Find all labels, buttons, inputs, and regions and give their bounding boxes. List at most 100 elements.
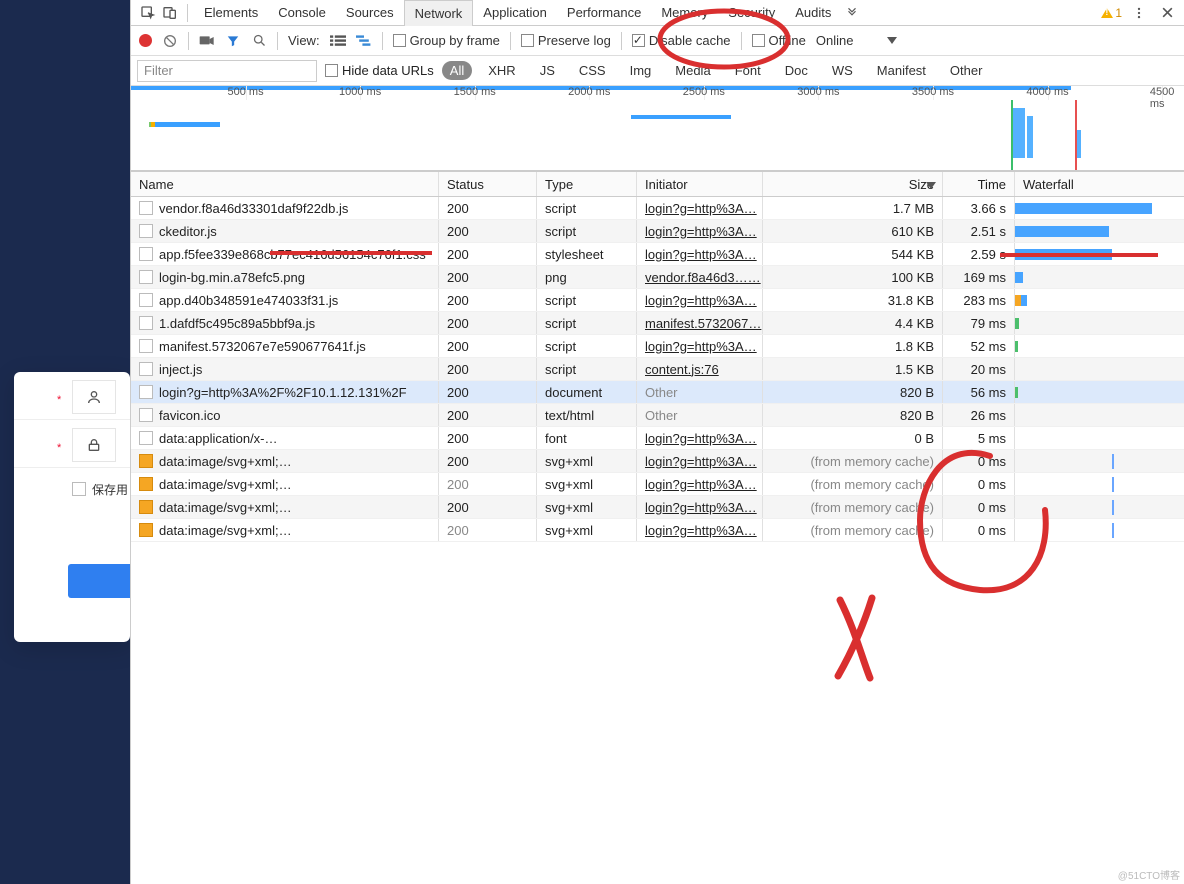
tab-application[interactable]: Application (473, 0, 557, 26)
filter-icon[interactable] (225, 33, 241, 49)
initiator-link[interactable]: login?g=http%3A… (645, 224, 757, 239)
filter-xhr[interactable]: XHR (480, 61, 523, 80)
table-row[interactable]: data:image/svg+xml;…200svg+xmllogin?g=ht… (131, 450, 1184, 473)
table-row[interactable]: favicon.ico200text/htmlOther820 B26 ms (131, 404, 1184, 427)
cell-size: 1.7 MB (763, 197, 943, 219)
preserve-log-checkbox[interactable]: Preserve log (521, 33, 611, 48)
filter-ws[interactable]: WS (824, 61, 861, 80)
table-row[interactable]: data:application/x-…200fontlogin?g=http%… (131, 427, 1184, 450)
initiator-link[interactable]: login?g=http%3A… (645, 431, 757, 446)
cell-time: 52 ms (943, 335, 1015, 357)
tab-memory[interactable]: Memory (651, 0, 718, 26)
initiator-link[interactable]: login?g=http%3A… (645, 339, 757, 354)
clear-icon[interactable] (162, 33, 178, 49)
record-button[interactable] (139, 34, 152, 47)
filter-js[interactable]: JS (532, 61, 563, 80)
col-name[interactable]: Name (131, 172, 439, 196)
initiator-link[interactable]: login?g=http%3A… (645, 201, 757, 216)
close-icon[interactable] (1156, 2, 1178, 24)
file-icon (139, 500, 153, 514)
more-tabs-icon[interactable] (841, 2, 863, 24)
settings-menu-icon[interactable] (1128, 2, 1150, 24)
tab-network[interactable]: Network (404, 0, 474, 26)
tab-audits[interactable]: Audits (785, 0, 841, 26)
online-label: Online (816, 33, 854, 48)
cell-type: script (537, 289, 637, 311)
table-row[interactable]: app.d40b348591e474033f31.js200scriptlogi… (131, 289, 1184, 312)
view-list-icon[interactable] (330, 33, 346, 49)
cell-type: svg+xml (537, 473, 637, 495)
initiator-link[interactable]: vendor.f8a46d3…… (645, 270, 761, 285)
filter-other[interactable]: Other (942, 61, 991, 80)
cell-waterfall (1015, 243, 1184, 265)
filter-manifest[interactable]: Manifest (869, 61, 934, 80)
table-header: Name Status Type Initiator Size Time Wat… (131, 171, 1184, 197)
tab-security[interactable]: Security (718, 0, 785, 26)
group-by-frame-checkbox[interactable]: Group by frame (393, 33, 500, 48)
col-status[interactable]: Status (439, 172, 537, 196)
initiator-link[interactable]: login?g=http%3A… (645, 500, 757, 515)
cell-name: ckeditor.js (131, 220, 439, 242)
cell-waterfall (1015, 312, 1184, 334)
initiator-link[interactable]: content.js:76 (645, 362, 719, 377)
file-icon (139, 408, 153, 422)
view-label: View: (288, 33, 320, 48)
cell-type: script (537, 220, 637, 242)
cell-time: 169 ms (943, 266, 1015, 288)
cell-name: manifest.5732067e7e590677641f.js (131, 335, 439, 357)
view-waterfall-icon[interactable] (356, 33, 372, 49)
tab-performance[interactable]: Performance (557, 0, 651, 26)
table-row[interactable]: login-bg.min.a78efc5.png200pngvendor.f8a… (131, 266, 1184, 289)
timeline-overview[interactable]: 500 ms1000 ms1500 ms2000 ms2500 ms3000 m… (131, 86, 1184, 171)
initiator-link[interactable]: manifest.5732067… (645, 316, 761, 331)
filter-input[interactable]: Filter (137, 60, 317, 82)
table-row[interactable]: inject.js200scriptcontent.js:761.5 KB20 … (131, 358, 1184, 381)
cell-status: 200 (439, 496, 537, 518)
cell-initiator: login?g=http%3A… (637, 289, 763, 311)
chevron-down-icon[interactable] (887, 37, 897, 44)
initiator-link[interactable]: login?g=http%3A… (645, 293, 757, 308)
tab-console[interactable]: Console (268, 0, 336, 26)
search-icon[interactable] (251, 33, 267, 49)
hide-data-urls-checkbox[interactable]: Hide data URLs (325, 63, 434, 78)
timeline-tick: 3500 ms (912, 86, 954, 98)
col-type[interactable]: Type (537, 172, 637, 196)
filter-doc[interactable]: Doc (777, 61, 816, 80)
col-size[interactable]: Size (763, 172, 943, 196)
online-select[interactable]: Online (816, 33, 854, 48)
tab-sources[interactable]: Sources (336, 0, 404, 26)
table-row[interactable]: app.f5fee339e868cb77ec416d56154c76f1.css… (131, 243, 1184, 266)
col-initiator[interactable]: Initiator (637, 172, 763, 196)
file-icon (139, 293, 153, 307)
cell-name: 1.dafdf5c495c89a5bbf9a.js (131, 312, 439, 334)
filter-img[interactable]: Img (622, 61, 660, 80)
offline-checkbox[interactable]: Offline (752, 33, 806, 48)
filter-font[interactable]: Font (727, 61, 769, 80)
filter-all[interactable]: All (442, 61, 472, 80)
offline-label: Offline (769, 33, 806, 48)
filter-css[interactable]: CSS (571, 61, 614, 80)
col-waterfall[interactable]: Waterfall (1015, 172, 1184, 196)
warning-badge[interactable]: 1 (1101, 6, 1122, 20)
table-row[interactable]: login?g=http%3A%2F%2F10.1.12.131%2F200do… (131, 381, 1184, 404)
table-row[interactable]: data:image/svg+xml;…200svg+xmllogin?g=ht… (131, 519, 1184, 542)
tab-elements[interactable]: Elements (194, 0, 268, 26)
device-toggle-icon[interactable] (159, 2, 181, 24)
table-row[interactable]: manifest.5732067e7e590677641f.js200scrip… (131, 335, 1184, 358)
initiator-link[interactable]: login?g=http%3A… (645, 477, 757, 492)
required-star: * (57, 394, 61, 406)
table-row[interactable]: data:image/svg+xml;…200svg+xmllogin?g=ht… (131, 473, 1184, 496)
col-time[interactable]: Time (943, 172, 1015, 196)
table-row[interactable]: vendor.f8a46d33301daf9f22db.js200scriptl… (131, 197, 1184, 220)
table-row[interactable]: data:image/svg+xml;…200svg+xmllogin?g=ht… (131, 496, 1184, 519)
camera-icon[interactable] (199, 33, 215, 49)
filter-media[interactable]: Media (667, 61, 718, 80)
initiator-link[interactable]: login?g=http%3A… (645, 454, 757, 469)
remember-checkbox[interactable] (72, 482, 86, 496)
inspect-icon[interactable] (137, 2, 159, 24)
initiator-link[interactable]: login?g=http%3A… (645, 247, 757, 262)
table-row[interactable]: ckeditor.js200scriptlogin?g=http%3A…610 … (131, 220, 1184, 243)
initiator-link[interactable]: login?g=http%3A… (645, 523, 757, 538)
disable-cache-checkbox[interactable]: Disable cache (632, 33, 731, 48)
table-row[interactable]: 1.dafdf5c495c89a5bbf9a.js200scriptmanife… (131, 312, 1184, 335)
